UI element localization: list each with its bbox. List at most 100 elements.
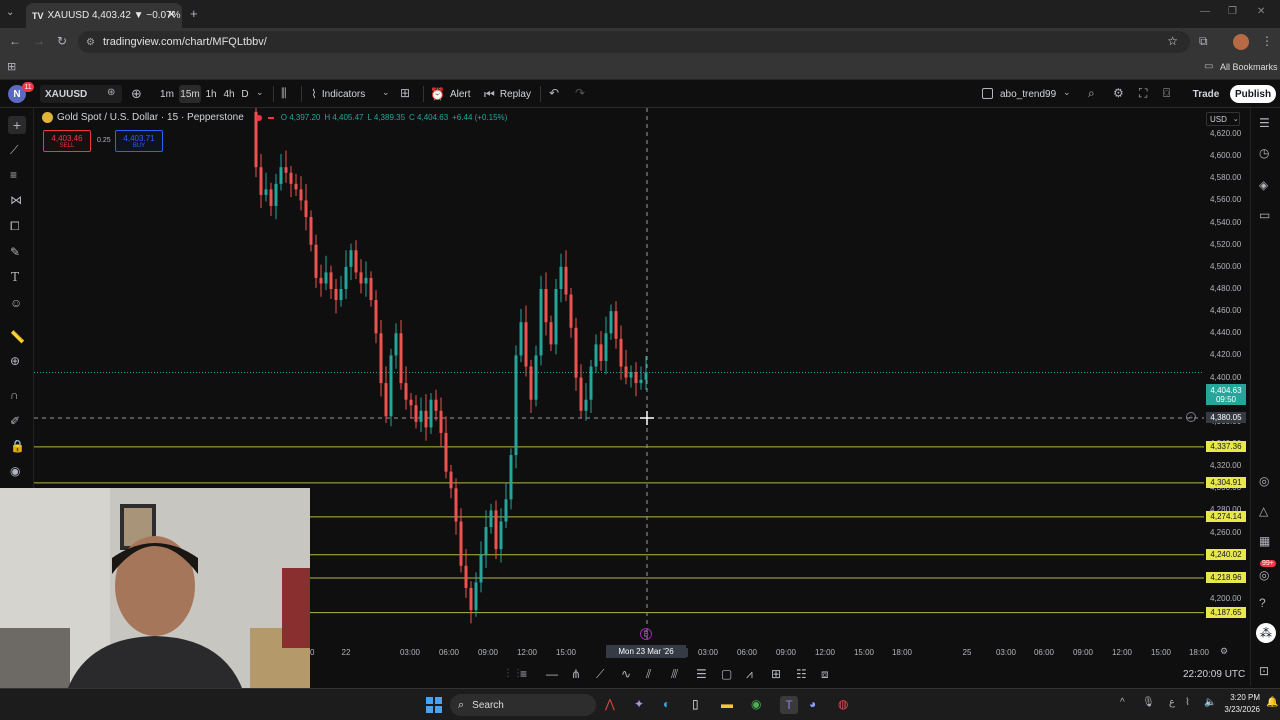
- fav-fib-icon[interactable]: ≡: [520, 667, 527, 681]
- dividend-event-icon[interactable]: ₿: [640, 628, 652, 640]
- calendar-icon[interactable]: ▦: [1259, 534, 1270, 548]
- zoom-icon[interactable]: ⊕: [10, 354, 20, 368]
- layout-name-button[interactable]: abo_trend99: [1000, 85, 1062, 103]
- profile-avatar[interactable]: [1233, 34, 1249, 50]
- interval-1h[interactable]: 1h: [203, 85, 219, 103]
- fav-rect-icon[interactable]: ▢: [721, 667, 732, 681]
- time-axis[interactable]: 00 22 03:00 06:00 09:00 12:00 15:00 03:00 06:00 0…: [306, 643, 1250, 663]
- settings-gear-icon[interactable]: ⚙: [1113, 86, 1124, 100]
- layers-icon[interactable]: ◈: [1259, 178, 1268, 192]
- browser-menu-icon[interactable]: ⋮: [1261, 34, 1273, 48]
- brush-tool-icon[interactable]: ✎: [10, 245, 20, 259]
- help-icon[interactable]: ?: [1259, 596, 1266, 610]
- stay-drawing-icon[interactable]: ✐: [10, 414, 20, 428]
- price-axis[interactable]: USD ⌄ 4,620.00 4,600.00 4,580.00 4,560.00 4,5…: [1204, 108, 1250, 643]
- watchlist-icon[interactable]: ☰: [1259, 116, 1270, 130]
- interval-dropdown-icon[interactable]: ⌄: [256, 87, 264, 98]
- back-icon[interactable]: ←: [9, 34, 21, 48]
- network-icon[interactable]: ⌇: [1185, 697, 1190, 708]
- system-clock[interactable]: 3:20 PM 3/23/2026: [1224, 692, 1260, 716]
- fav-path-icon[interactable]: ∿: [621, 667, 631, 681]
- apps-grid-icon[interactable]: ⊞: [7, 60, 16, 73]
- trade-button[interactable]: Trade: [1188, 85, 1224, 103]
- copilot-icon[interactable]: ✦: [634, 697, 644, 711]
- minimize-icon[interactable]: —: [1200, 6, 1210, 17]
- taskbar-search[interactable]: ⌕ Search: [450, 694, 596, 716]
- fav-trendline-icon[interactable]: ⟋: [596, 667, 604, 682]
- fav-wave-icon[interactable]: ⩘: [746, 667, 753, 682]
- interval-4h[interactable]: 4h: [221, 85, 237, 103]
- layout-grid-icon[interactable]: ⊞: [400, 86, 410, 100]
- currency-selector[interactable]: USD ⌄: [1206, 112, 1240, 126]
- pattern-tool-icon[interactable]: ⋈: [10, 193, 22, 207]
- indicators-dropdown-icon[interactable]: ⌄: [382, 87, 390, 98]
- interval-15m[interactable]: 15m: [179, 85, 201, 103]
- close-tab-icon[interactable]: ✕: [167, 8, 176, 21]
- tab-list-icon[interactable]: ⌄: [6, 7, 14, 18]
- fav-range-icon[interactable]: ☰: [696, 667, 707, 681]
- alert-button[interactable]: ⏰ Alert: [430, 85, 476, 103]
- sell-button[interactable]: 4,403.46 SELL: [43, 130, 91, 152]
- interval-d[interactable]: D: [239, 85, 251, 103]
- trend-line-icon[interactable]: ⟋: [10, 143, 18, 158]
- mic-icon[interactable]: 🎙: [1142, 697, 1155, 708]
- close-window-icon[interactable]: ✕: [1257, 6, 1265, 17]
- eye-icon[interactable]: ◉: [10, 464, 20, 478]
- buy-button[interactable]: 4,403.71 BUY: [115, 130, 163, 152]
- forward-icon[interactable]: →: [33, 34, 45, 48]
- chat-icon[interactable]: ▭: [1259, 208, 1270, 222]
- publish-button[interactable]: Publish: [1230, 85, 1276, 103]
- undo-icon[interactable]: ↶: [549, 86, 559, 100]
- extensions-icon[interactable]: ⧉: [1199, 34, 1208, 49]
- fav-hline-icon[interactable]: —: [546, 667, 558, 681]
- language-icon[interactable]: ع: [1169, 697, 1175, 708]
- redo-icon[interactable]: ↷: [575, 86, 585, 100]
- new-tab-icon[interactable]: +: [190, 6, 198, 21]
- add-alert-plus-icon[interactable]: +: [1186, 412, 1196, 422]
- layout-dropdown-icon[interactable]: ⌄: [1063, 87, 1071, 98]
- site-info-icon[interactable]: ⚙: [86, 37, 95, 48]
- compare-symbol-icon[interactable]: ⊕: [131, 86, 142, 102]
- fullscreen-icon[interactable]: ⛶: [1139, 86, 1147, 101]
- fib-tool-icon[interactable]: ≡: [10, 168, 17, 182]
- crosshair-tool-icon[interactable]: +: [8, 116, 26, 134]
- utc-clock[interactable]: 22:20:09 UTC: [1183, 669, 1245, 680]
- browser-tab[interactable]: TV XAUUSD 4,403.42 ▼ −0.07% al... ✕: [26, 3, 182, 28]
- notifications-icon[interactable]: ◎: [1259, 568, 1269, 582]
- target-icon[interactable]: ◎: [1259, 474, 1269, 488]
- windows-start-icon[interactable]: [426, 697, 442, 713]
- candle-type-icon[interactable]: ⫼: [281, 86, 287, 101]
- recorder-icon[interactable]: ◍: [838, 697, 848, 711]
- time-axis-settings-icon[interactable]: ⚙: [1220, 646, 1228, 657]
- alerts-clock-icon[interactable]: ◷: [1259, 146, 1269, 160]
- fav-pitchfork-icon[interactable]: ⋔: [571, 667, 581, 681]
- edge-icon[interactable]: ◐: [663, 697, 670, 711]
- fav-grid-icon[interactable]: ⊞: [771, 667, 781, 681]
- adobe-icon[interactable]: ⋀: [605, 697, 615, 711]
- maximize-icon[interactable]: ❐: [1228, 6, 1237, 17]
- emoji-tool-icon[interactable]: ☺: [10, 296, 22, 310]
- fav-parallel-icon[interactable]: ⫻: [671, 667, 678, 682]
- all-bookmarks-label[interactable]: All Bookmarks: [1220, 62, 1278, 72]
- layout-icon[interactable]: [982, 88, 993, 99]
- object-tree-icon[interactable]: ⊡: [1259, 664, 1269, 678]
- products-grid-icon[interactable]: ⁂: [1256, 623, 1276, 643]
- fav-fan-icon[interactable]: ⧈: [821, 667, 829, 682]
- chrome-icon[interactable]: ◉: [751, 697, 761, 711]
- interval-1m[interactable]: 1m: [157, 85, 177, 103]
- tray-chevron-icon[interactable]: ^: [1120, 697, 1125, 708]
- magnet-icon[interactable]: ∩: [10, 388, 19, 402]
- forecast-tool-icon[interactable]: ⧠: [10, 219, 20, 234]
- file-explorer-icon[interactable]: ▬: [721, 697, 733, 711]
- text-tool-icon[interactable]: T: [11, 270, 19, 284]
- symbol-options-icon[interactable]: ⊛: [107, 87, 115, 98]
- quick-search-icon[interactable]: ⌕: [1088, 86, 1095, 101]
- replay-button[interactable]: ⏮ Replay: [484, 85, 536, 103]
- fav-channel-icon[interactable]: ⫽: [646, 667, 651, 682]
- ideas-icon[interactable]: △: [1259, 504, 1268, 518]
- notepad-icon[interactable]: ▯: [692, 697, 699, 711]
- snapshot-camera-icon[interactable]: ⌼: [1163, 86, 1170, 101]
- discord-icon[interactable]: ◕: [809, 697, 816, 711]
- notification-bell-icon[interactable]: 🔔: [1266, 697, 1278, 708]
- indicators-button[interactable]: ⌇ Indicators: [311, 85, 381, 103]
